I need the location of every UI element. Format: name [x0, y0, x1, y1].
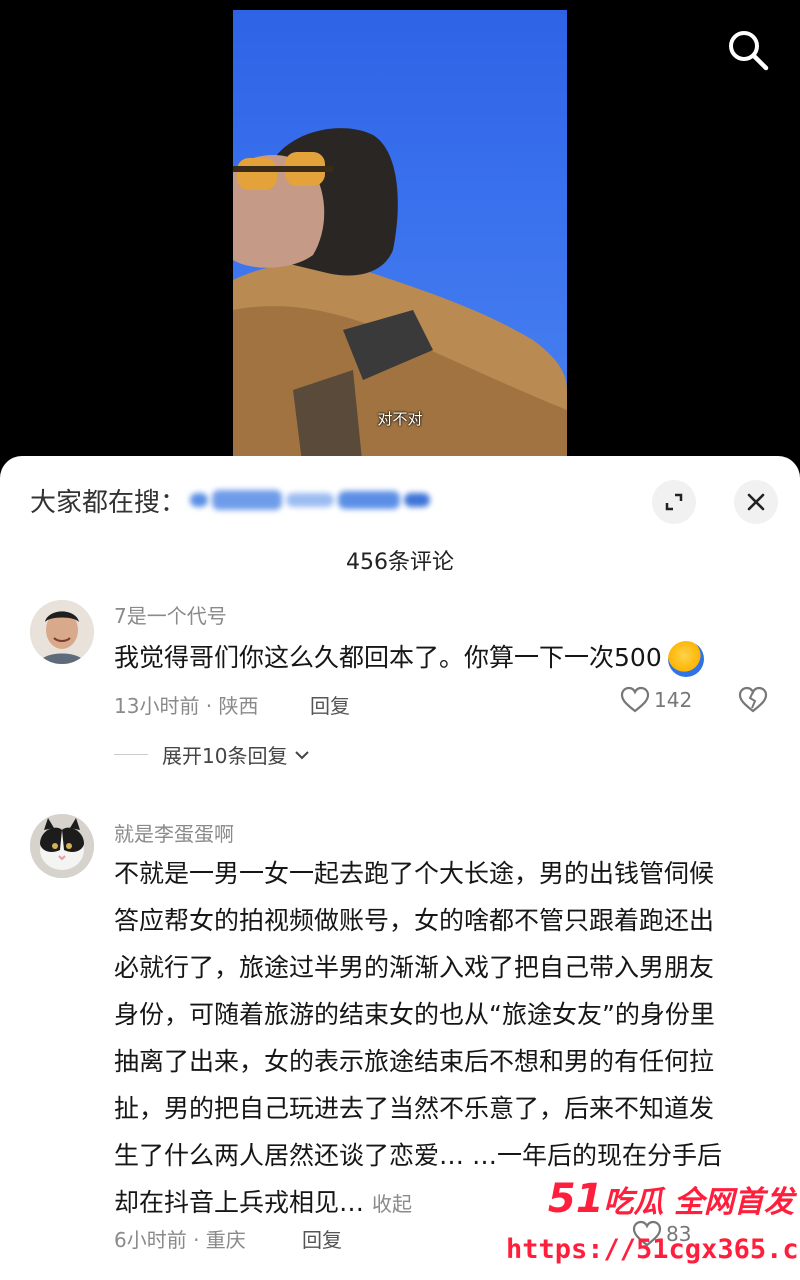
like-button[interactable]: 142: [620, 686, 692, 714]
expand-button[interactable]: [652, 480, 696, 524]
comment-line: 身份，可随着旅游的结束女的也从“旅途女友”的身份里: [114, 1000, 715, 1029]
close-button[interactable]: [734, 480, 778, 524]
emoji-sticker-icon: [667, 641, 704, 677]
trending-label: 大家都在搜：: [30, 487, 187, 518]
avatar[interactable]: [30, 814, 94, 878]
video-subtitle: 对不对: [377, 410, 423, 428]
comment-line: 扯，男的把自己玩进去了当然不乐意了，后来不知道发: [114, 1094, 715, 1123]
comment-line: 必就行了，旅途过半男的渐渐入戏了把自己带入男朋友: [114, 953, 715, 982]
expand-replies-button[interactable]: 展开10条回复: [114, 740, 311, 769]
comment-line: 答应帮女的拍视频做账号，女的啥都不管只跟着跑还出: [114, 906, 715, 935]
video-frame[interactable]: 对不对: [233, 10, 567, 470]
comment-line: 却在抖音上兵戎相见…: [114, 1188, 365, 1217]
comment-text: 我觉得哥们你这么久都回本了。你算一下一次500: [114, 634, 704, 681]
heart-icon: [620, 686, 650, 713]
watermark-slogan: 吃瓜 全网首发: [603, 1185, 794, 1220]
chevron-down-icon: [295, 750, 310, 759]
comment-line: 不就是一男一女一起去跑了个大长途，男的出钱管伺候: [114, 859, 715, 888]
collapse-button[interactable]: 收起: [372, 1192, 412, 1216]
trending-search-bar[interactable]: 大家都在搜：: [30, 480, 434, 520]
reply-button[interactable]: 回复: [310, 690, 350, 719]
expand-icon: [665, 493, 683, 511]
avatar-image: [30, 814, 94, 878]
avatar[interactable]: [30, 600, 94, 664]
avatar-image: [30, 600, 94, 664]
like-count: 142: [654, 688, 693, 712]
blurred-search-query[interactable]: [190, 490, 434, 510]
comment-body: 我觉得哥们你这么久都回本了。你算一下一次500: [114, 643, 662, 672]
username[interactable]: 就是李蛋蛋啊: [114, 818, 234, 847]
dislike-button[interactable]: [737, 686, 769, 718]
search-icon: [729, 31, 769, 71]
video-still: [233, 128, 567, 470]
watermark: 51吃瓜 全网首发 https://51cgx365.com: [500, 1176, 800, 1280]
video-player[interactable]: 对不对: [0, 0, 800, 470]
watermark-url: https://51cgx365.com: [506, 1234, 800, 1265]
expand-replies-label: 展开10条回复: [162, 744, 288, 768]
watermark-number: 51: [547, 1176, 604, 1222]
comment-meta: 6小时前 · 重庆: [114, 1228, 246, 1252]
comment-meta: 13小时前 · 陕西: [114, 694, 259, 718]
broken-heart-icon: [738, 686, 768, 713]
reply-button[interactable]: 回复: [302, 1224, 342, 1253]
comment-text: 不就是一男一女一起去跑了个大长途，男的出钱管伺候 答应帮女的拍视频做账号，女的啥…: [114, 850, 722, 1228]
comment-count: 456条评论: [346, 550, 454, 575]
comment-sheet: 大家都在搜： 456条评论 7是一个代号 我觉得哥们你这么久都回本了。你算一下一…: [0, 456, 800, 1280]
watermark-brand: 51吃瓜 全网首发: [500, 1176, 800, 1222]
divider-line: [114, 754, 148, 755]
comment-line: 抽离了出来，女的表示旅途结束后不想和男的有任何拉: [114, 1047, 715, 1076]
comment-line: 生了什么两人居然还谈了恋爱… …一年后的现在分手后: [114, 1141, 722, 1170]
search-button[interactable]: [722, 24, 774, 76]
close-icon: [747, 493, 765, 511]
username[interactable]: 7是一个代号: [114, 600, 227, 629]
